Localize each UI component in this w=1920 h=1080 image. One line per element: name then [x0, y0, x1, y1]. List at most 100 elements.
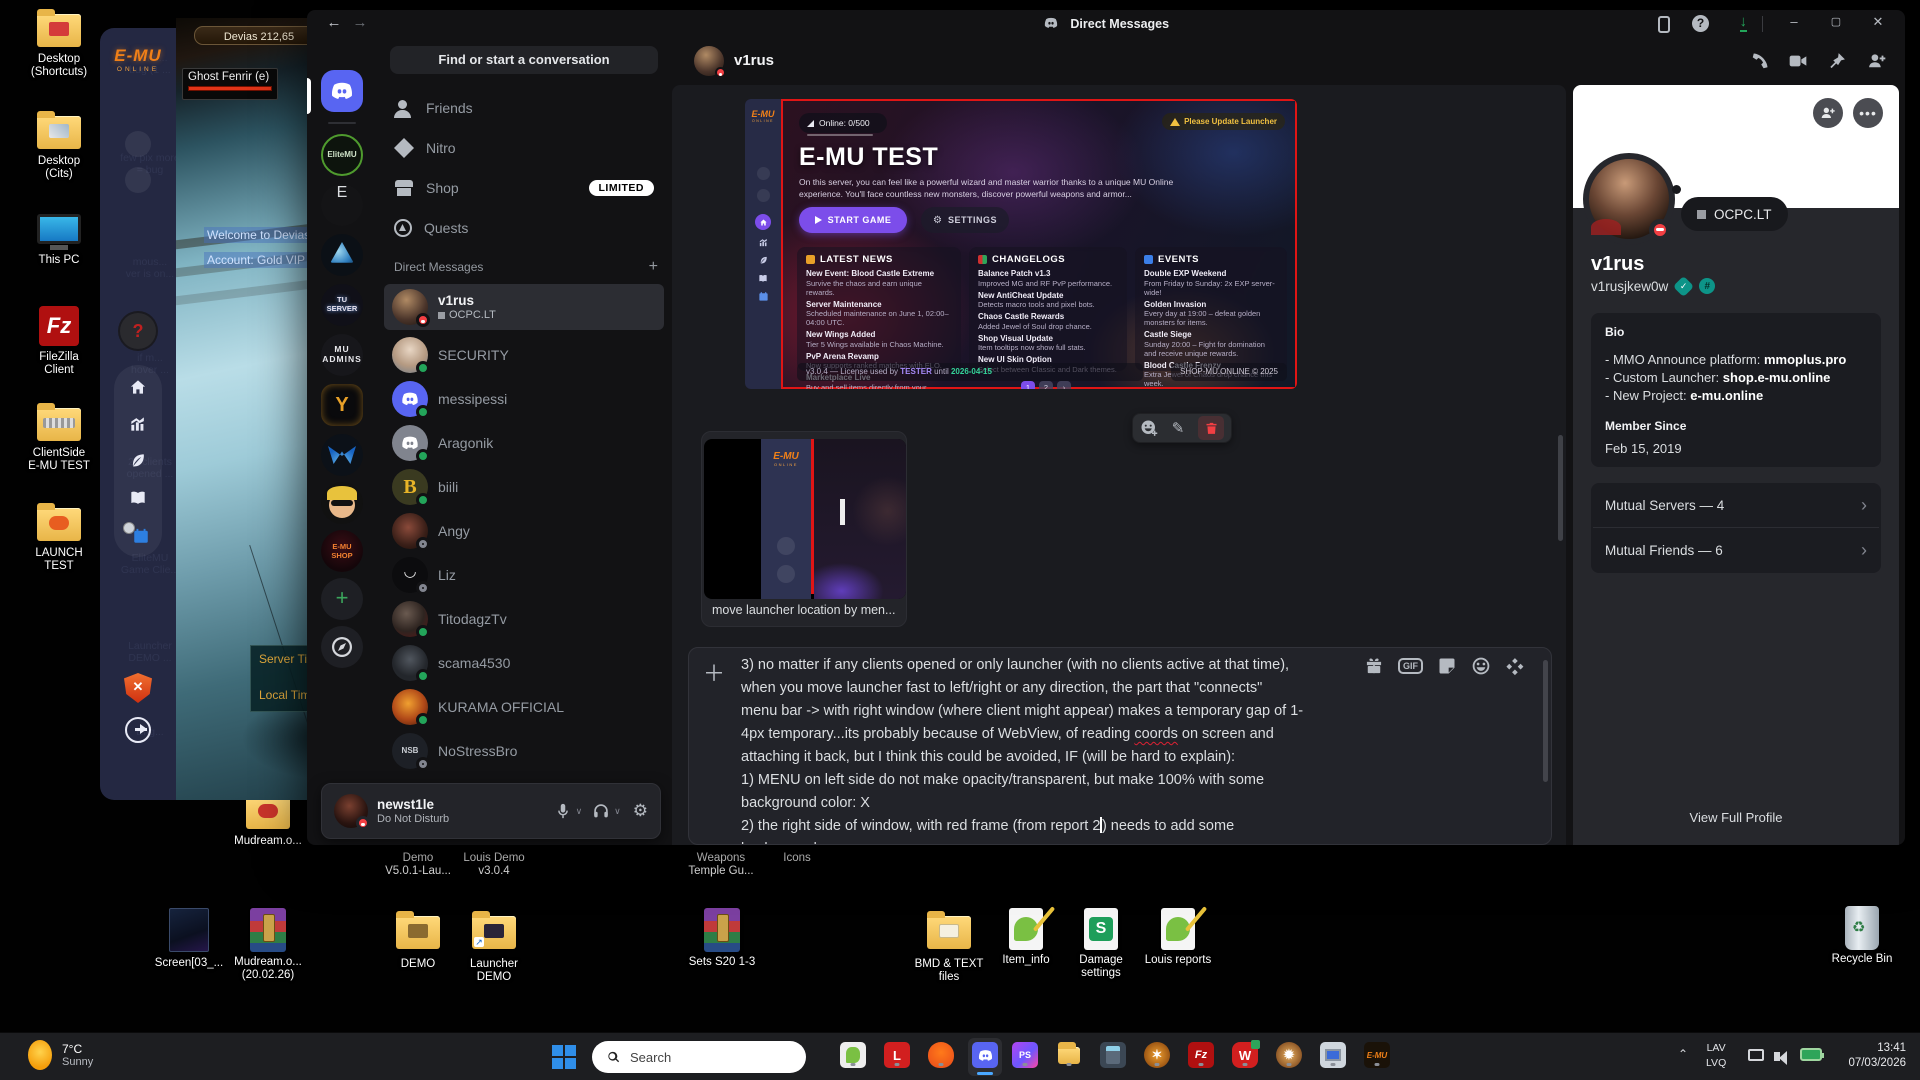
- start-button[interactable]: [552, 1045, 576, 1069]
- desktop-icon-demo[interactable]: DEMO: [380, 908, 456, 971]
- help-icon[interactable]: ?: [1692, 15, 1709, 32]
- create-dm-icon[interactable]: +: [649, 260, 658, 274]
- server-icon-hyp[interactable]: Y: [321, 384, 363, 426]
- chat-peer-avatar[interactable]: [694, 46, 724, 76]
- more-options-button[interactable]: •••: [1853, 98, 1883, 128]
- profile-avatar[interactable]: [1583, 153, 1675, 245]
- dm-item-angy[interactable]: Angy: [384, 510, 664, 552]
- server-icon-tu-server[interactable]: TU SERVER: [321, 284, 363, 326]
- taskbar-app-notepad[interactable]: [840, 1042, 866, 1068]
- settings-gear-icon[interactable]: ⚙: [633, 801, 648, 821]
- add-reaction-icon[interactable]: [1140, 419, 1158, 437]
- desktop-label-louis-demo[interactable]: Louis Demo v3.0.4: [452, 852, 536, 878]
- emoji-icon[interactable]: [1471, 656, 1491, 676]
- desktop-icon-item-info[interactable]: Item_info: [988, 908, 1064, 967]
- desktop-label-demo-v501[interactable]: Demo V5.0.1-Lau...: [375, 852, 461, 878]
- gift-icon[interactable]: [1364, 656, 1384, 676]
- bio-link[interactable]: e-mu.online: [1690, 388, 1763, 403]
- mobile-app-icon[interactable]: [1658, 16, 1670, 33]
- add-friends-to-dm-icon[interactable]: [1867, 51, 1887, 71]
- tray-language-indicator[interactable]: LAV LVQ: [1706, 1041, 1726, 1071]
- view-full-profile-button[interactable]: View Full Profile: [1573, 809, 1899, 827]
- voice-call-icon[interactable]: [1750, 51, 1770, 71]
- dm-item-liz[interactable]: ◡ Liz: [384, 554, 664, 596]
- attachment-card[interactable]: E-MU ONLINE move launcher location by me…: [701, 431, 907, 627]
- server-icon-emu-shop[interactable]: E-MU SHOP: [321, 530, 363, 572]
- pin-icon[interactable]: [1827, 51, 1847, 71]
- taskbar-app-discord-active[interactable]: [968, 1038, 1002, 1076]
- home-icon[interactable]: [128, 377, 148, 397]
- tray-battery-icon[interactable]: [1800, 1048, 1822, 1061]
- desktop-icon-sets-s20[interactable]: Sets S20 1-3: [682, 908, 762, 969]
- sidebar-item-nitro[interactable]: Nitro: [384, 130, 664, 166]
- server-icon-e[interactable]: E: [321, 184, 363, 226]
- sidebar-item-shop[interactable]: Shop LIMITED: [384, 170, 664, 206]
- server-icon-mu-admins[interactable]: MU ADMINS: [321, 334, 363, 376]
- desktop-icon-launcher-demo[interactable]: ↗ Launcher DEMO: [456, 908, 532, 984]
- dm-item-v1rus[interactable]: v1rus OCPC.LT: [384, 284, 664, 330]
- server-icon-wings[interactable]: [321, 434, 363, 476]
- mic-chevron-icon[interactable]: ∨: [576, 806, 583, 817]
- taskbar-app-game2[interactable]: ✹: [1276, 1042, 1302, 1068]
- guide-book-icon[interactable]: [127, 488, 149, 508]
- dm-item-kurama[interactable]: KURAMA OFFICIAL: [384, 686, 664, 728]
- bio-link[interactable]: shop.e-mu.online: [1723, 370, 1831, 385]
- dm-item-titodagztv[interactable]: TitodagzTv: [384, 598, 664, 640]
- gif-picker-button[interactable]: GIF: [1398, 658, 1423, 674]
- desktop-icon-clientside[interactable]: ClientSide E-MU TEST: [24, 408, 94, 473]
- message-image-attachment[interactable]: E-MU ONLINE Online: 0/500: [745, 99, 1297, 389]
- dm-item-nostressbro[interactable]: NSB NoStressBro: [384, 730, 664, 772]
- composer-scrollbar[interactable]: [1543, 660, 1548, 782]
- chat-peer-name[interactable]: v1rus: [734, 52, 774, 69]
- page-button[interactable]: 1: [1021, 381, 1035, 390]
- mutual-servers-row[interactable]: Mutual Servers — 4 ›: [1591, 483, 1881, 527]
- desktop-icon-recycle-bin[interactable]: ♻ Recycle Bin: [1824, 906, 1900, 966]
- dm-item-security[interactable]: SECURITY: [384, 334, 664, 376]
- dm-item-aragonik[interactable]: Aragonik: [384, 422, 664, 464]
- hash-badge-icon[interactable]: #: [1699, 278, 1715, 294]
- mutual-friends-row[interactable]: Mutual Friends — 6 ›: [1591, 528, 1881, 572]
- desktop-icon-mudream-rar[interactable]: Mudream.o... (20.02.26): [228, 908, 308, 982]
- taskbar-weather[interactable]: 7°C Sunny: [28, 1040, 93, 1070]
- calendar-clock-icon[interactable]: [127, 525, 149, 545]
- desktop-label-icons[interactable]: Icons: [760, 852, 834, 865]
- video-call-icon[interactable]: [1787, 51, 1809, 71]
- server-icon-knot[interactable]: [321, 234, 363, 276]
- desktop-icon-shortcuts[interactable]: Desktop (Shortcuts): [24, 14, 94, 79]
- user-avatar[interactable]: [334, 794, 368, 828]
- taskbar-app-game1[interactable]: ✶: [1144, 1042, 1170, 1068]
- taskbar-app-calculator[interactable]: [1100, 1042, 1126, 1068]
- delete-icon[interactable]: [1198, 416, 1224, 440]
- explore-servers-button[interactable]: [321, 626, 363, 668]
- headphones-icon[interactable]: [592, 802, 610, 820]
- anticheat-shield-icon[interactable]: ✕: [124, 673, 152, 703]
- find-conversation-button[interactable]: Find or start a conversation: [390, 46, 658, 74]
- help-badge[interactable]: ?: [120, 313, 156, 349]
- tray-clock[interactable]: 13:41 07/03/2026: [1848, 1041, 1906, 1071]
- add-friend-button[interactable]: [1813, 98, 1843, 128]
- sticker-icon[interactable]: [1437, 656, 1457, 676]
- desktop-icon-bmd-text[interactable]: BMD & TEXT files: [908, 908, 990, 984]
- server-icon-elitemu[interactable]: EliteMU: [321, 134, 363, 176]
- taskbar-app-explorer[interactable]: [1056, 1042, 1082, 1068]
- embed-settings-button[interactable]: ⚙ SETTINGS: [921, 207, 1009, 233]
- taskbar-app-phpstorm[interactable]: PS: [1012, 1042, 1038, 1068]
- page-next-button[interactable]: ›: [1057, 381, 1071, 390]
- taskbar-app-filezilla[interactable]: Fz: [1188, 1042, 1214, 1068]
- taskbar-app-l[interactable]: L: [884, 1042, 910, 1068]
- apps-icon[interactable]: [1505, 656, 1525, 676]
- attach-plus-icon[interactable]: ＋: [703, 656, 725, 688]
- verified-badge-icon[interactable]: ✓: [1673, 275, 1694, 296]
- desktop-icon-filezilla[interactable]: Fz FileZilla Client: [24, 306, 94, 377]
- desktop-icon-launch-test[interactable]: LAUNCH TEST: [24, 508, 94, 573]
- leaf-icon[interactable]: [128, 451, 148, 471]
- desktop-icon-louis-reports[interactable]: Louis reports: [1138, 908, 1218, 967]
- logout-icon[interactable]: [125, 717, 151, 743]
- rail-dm-button[interactable]: [321, 70, 363, 112]
- taskbar-app-remote-pc[interactable]: [1320, 1042, 1346, 1068]
- sidebar-item-friends[interactable]: Friends: [384, 90, 664, 126]
- desktop-icon-mudream-folder[interactable]: Mudream.o...: [230, 796, 306, 848]
- headphones-chevron-icon[interactable]: ∨: [614, 806, 621, 817]
- add-server-button[interactable]: +: [321, 578, 363, 620]
- dm-item-messipessi[interactable]: messipessi: [384, 378, 664, 420]
